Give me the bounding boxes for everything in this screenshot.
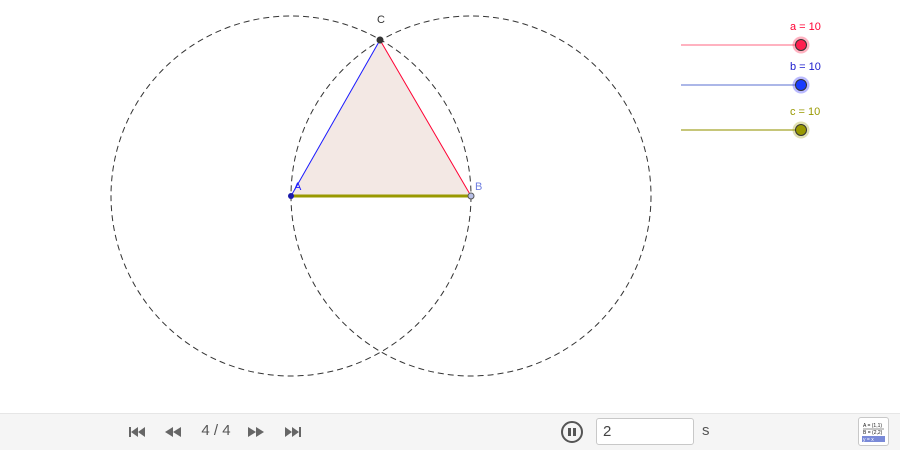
algebra-line-2: B = (2,2) xyxy=(863,430,883,436)
slider-b-handle[interactable] xyxy=(795,79,807,91)
slider-a-handle[interactable] xyxy=(795,39,807,51)
algebra-line-3: y = x xyxy=(863,437,874,443)
point-a[interactable] xyxy=(288,193,294,199)
point-c[interactable] xyxy=(376,36,384,44)
graphics-view[interactable]: A B C a = 10 b = 10 c = 10 xyxy=(0,0,900,413)
algebra-view-icon: A = (1,1) B = (2,2) y = x xyxy=(862,423,885,443)
slider-c-label: c = 10 xyxy=(790,106,820,118)
skip-to-end-icon[interactable] xyxy=(282,424,304,440)
page-indicator: 4 / 4 xyxy=(201,422,231,439)
slider-b-label: b = 10 xyxy=(790,61,821,73)
algebra-line-1: A = (1,1) xyxy=(863,423,882,429)
point-c-label: C xyxy=(377,14,385,26)
algebra-view-button[interactable]: A = (1,1) B = (2,2) y = x xyxy=(858,417,889,446)
point-b[interactable] xyxy=(467,192,475,200)
animation-speed-input[interactable] xyxy=(596,418,694,445)
slider-a-label: a = 10 xyxy=(790,21,821,33)
skip-to-start-icon[interactable] xyxy=(126,424,148,440)
pause-button[interactable] xyxy=(561,421,583,443)
triangle-polygon xyxy=(291,40,471,196)
rewind-icon[interactable] xyxy=(162,424,184,440)
unit-label: s xyxy=(702,422,710,439)
fast-forward-icon[interactable] xyxy=(245,424,267,440)
point-b-label: B xyxy=(475,181,482,193)
point-a-label: A xyxy=(294,181,302,193)
playback-toolbar: 4 / 4 s A = (1,1) B = (2,2) y = x xyxy=(0,413,900,450)
slider-c-handle[interactable] xyxy=(795,124,807,136)
pause-icon xyxy=(568,428,576,436)
